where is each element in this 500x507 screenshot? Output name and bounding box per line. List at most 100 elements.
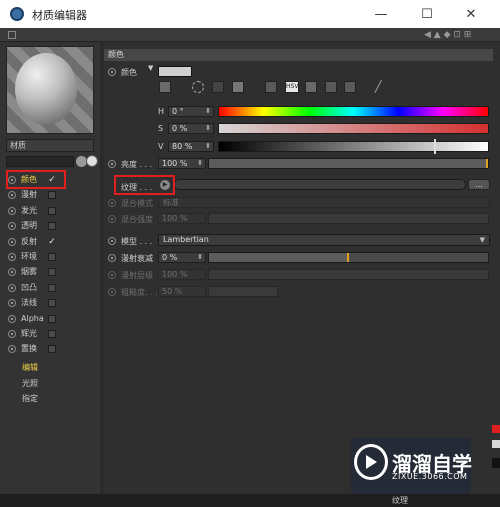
brightness-radio[interactable] — [108, 160, 121, 168]
channel-checkbox[interactable] — [48, 283, 56, 292]
channel-label: 置换 — [21, 344, 37, 354]
swatch-grid-icon[interactable] — [344, 81, 356, 93]
swatch-icon[interactable] — [212, 81, 224, 93]
rgb-icon[interactable] — [265, 81, 277, 93]
h-label: H — [158, 107, 165, 116]
channel-radio[interactable] — [8, 222, 16, 231]
s-field[interactable]: 0 % ⬍ — [168, 123, 214, 134]
mixer-icon[interactable] — [325, 81, 337, 93]
channel-displacement[interactable]: 置换 — [8, 342, 100, 356]
texture-bar[interactable] — [174, 179, 466, 190]
blend-mode-dropdown: 标准 — [158, 197, 490, 208]
toolbar-strip: ◀ ▲ ◆ ⊡ ⊞ — [0, 28, 500, 42]
brightness-field[interactable]: 100 % ⬍ — [158, 158, 206, 169]
v-label: V — [158, 142, 164, 151]
channel-radio[interactable] — [8, 268, 16, 277]
cursor-icon[interactable] — [86, 155, 98, 167]
close-button[interactable]: ✕ — [456, 4, 486, 24]
channel-transparency[interactable]: 透明 — [8, 219, 100, 233]
diffuse-falloff-slider[interactable] — [208, 252, 489, 263]
material-name-field[interactable]: 材质 — [6, 139, 94, 152]
spectrum-icon[interactable] — [159, 81, 171, 93]
channel-radio[interactable] — [8, 314, 16, 323]
channel-label: 凹凸 — [21, 282, 37, 292]
maximize-button[interactable]: ☐ — [412, 4, 442, 24]
diffuse-falloff-field[interactable]: 0 % ⬍ — [158, 252, 206, 263]
blend-strength-value: 100 % — [162, 214, 188, 223]
channel-alpha[interactable]: Alpha — [8, 312, 100, 326]
blend-strength-slider — [208, 213, 489, 224]
channel-normal[interactable]: 法线 — [8, 296, 100, 310]
h-field[interactable]: 0 ° ⬍ — [168, 106, 214, 117]
model-dropdown[interactable]: Lambertian ▼ — [158, 234, 490, 246]
minimize-button[interactable]: — — [366, 4, 396, 24]
hsv-button[interactable]: HSV — [285, 81, 299, 93]
channel-label: 发光 — [21, 205, 37, 215]
channel-label: 环境 — [21, 252, 37, 261]
sub-edit[interactable]: 编辑 — [22, 361, 38, 375]
channel-label: 法线 — [21, 298, 37, 308]
color-dropdown-icon[interactable]: ▼ — [148, 64, 153, 72]
texture-more-button[interactable]: ... — [468, 179, 490, 190]
channel-fog[interactable]: 烟雾 — [8, 265, 100, 279]
preview-sphere — [15, 53, 77, 125]
channel-environment[interactable]: 环境 — [8, 250, 100, 264]
h-value: 0 ° — [172, 107, 184, 116]
channel-checkbox[interactable] — [48, 330, 56, 338]
saturation-slider[interactable] — [218, 123, 489, 134]
channel-checkbox[interactable] — [48, 314, 56, 323]
channel-checkbox[interactable] — [48, 222, 56, 231]
color-wheel-icon[interactable] — [192, 81, 204, 93]
grid-icon[interactable] — [8, 31, 16, 39]
section-title: 颜色 — [104, 49, 493, 61]
channel-radio[interactable] — [8, 330, 16, 338]
channel-checkbox[interactable] — [48, 253, 56, 261]
channel-bump[interactable]: 凹凸 — [8, 281, 100, 295]
kelvin-icon[interactable] — [305, 81, 317, 93]
blend-strength-field: 100 % — [158, 213, 206, 224]
channel-radio[interactable] — [8, 253, 16, 261]
channel-checkbox[interactable] — [48, 268, 56, 277]
channel-radio[interactable] — [8, 299, 16, 308]
v-field[interactable]: 80 % ⬍ — [168, 141, 214, 152]
channel-checkbox[interactable] — [48, 345, 56, 354]
bottom-texture-label: 纹理 — [392, 496, 408, 505]
brightness-label: 亮度 . . . — [121, 160, 153, 169]
value-slider[interactable] — [218, 141, 489, 152]
channel-radio[interactable] — [8, 345, 16, 354]
blend-mode-value: 标准 — [163, 198, 179, 207]
material-subfield[interactable] — [6, 156, 74, 167]
channel-checkbox[interactable] — [48, 191, 56, 200]
nav-arrows-icon[interactable]: ◀ ▲ ◆ ⊡ ⊞ — [424, 30, 494, 40]
color-radio[interactable] — [108, 68, 121, 76]
diffuse-level-label: 漫射层级 — [121, 271, 153, 280]
channel-glow[interactable]: 辉光 — [8, 327, 100, 341]
sub-assign[interactable]: 指定 — [22, 392, 38, 406]
brightness-slider[interactable] — [208, 158, 489, 169]
channel-luminance[interactable]: 发光 — [8, 204, 100, 218]
model-radio[interactable] — [108, 237, 121, 245]
sub-lighting[interactable]: 光照 — [22, 377, 38, 391]
eyedropper-icon[interactable]: ╱ — [375, 80, 382, 93]
channel-diffusion[interactable]: 漫射 — [8, 188, 100, 202]
channel-radio[interactable] — [8, 237, 16, 246]
channel-label: 漫射 — [21, 190, 37, 200]
channel-checkbox[interactable] — [48, 299, 56, 308]
channel-checkbox[interactable]: ✓ — [48, 237, 56, 247]
channel-label: 辉光 — [21, 329, 37, 338]
hue-slider[interactable] — [218, 106, 489, 117]
color-swatch[interactable] — [158, 66, 192, 77]
channel-reflectance[interactable]: 反射 ✓ — [8, 235, 100, 249]
model-label: 模型 . . . — [121, 237, 153, 246]
diffuse-falloff-radio[interactable] — [108, 254, 121, 262]
edge-swatch-white — [492, 440, 500, 448]
diffuse-level-radio — [108, 271, 121, 279]
channel-radio[interactable] — [8, 191, 16, 200]
value-slider-handle[interactable] — [434, 139, 436, 154]
channel-checkbox[interactable] — [48, 206, 56, 215]
material-preview[interactable] — [6, 46, 94, 134]
channel-radio[interactable] — [8, 206, 16, 215]
image-icon[interactable] — [232, 81, 244, 93]
window-title: 材质编辑器 — [32, 9, 87, 22]
channel-radio[interactable] — [8, 283, 16, 292]
